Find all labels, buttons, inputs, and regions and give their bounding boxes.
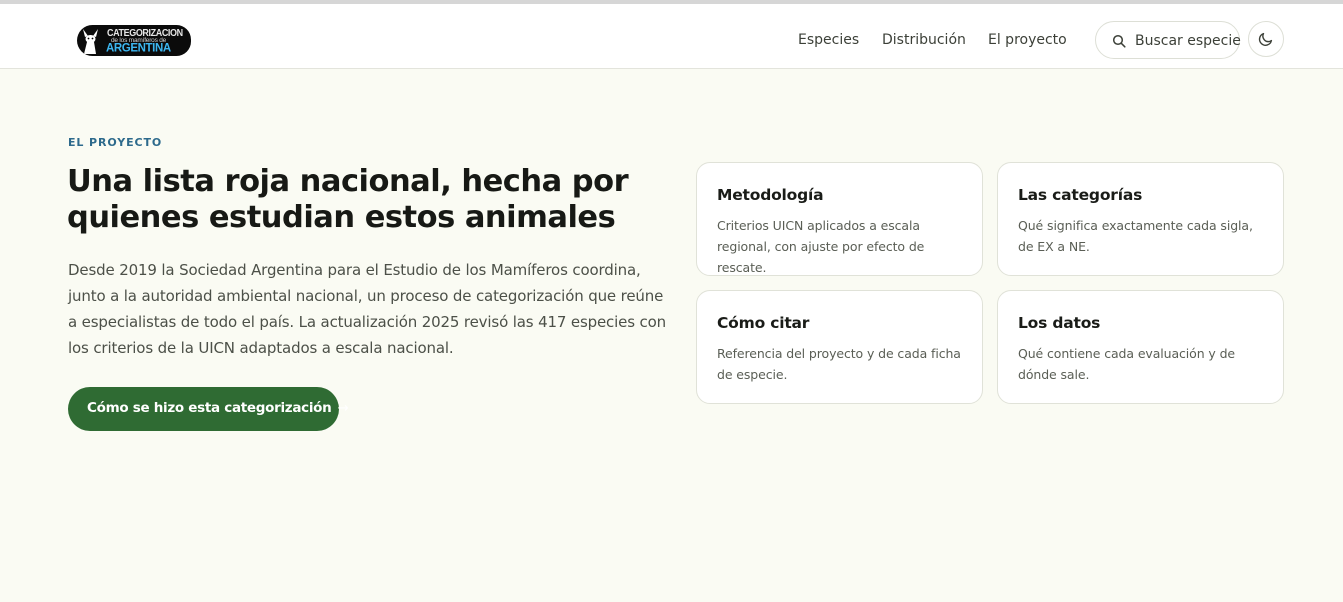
hero-lead: Desde 2019 la Sociedad Argentina para el…	[68, 261, 667, 357]
arrow-right-icon: →	[337, 400, 349, 416]
card-description: Qué contiene cada evaluación y de dónde …	[1018, 346, 1236, 382]
card-title: Los datos	[1018, 314, 1101, 332]
cta-label: Cómo se hizo esta categorización	[87, 400, 332, 416]
card-title: Las categorías	[1018, 186, 1143, 204]
methodology-cta-button[interactable]: Cómo se hizo esta categorización →	[68, 387, 349, 431]
page-title: Una lista roja nacional, hecha por quien…	[67, 164, 629, 235]
section-eyebrow: EL PROYECTO	[68, 136, 163, 149]
search-button[interactable]: Buscar especie	[1095, 21, 1241, 59]
nav-especies[interactable]: Especies	[798, 32, 859, 48]
search-label: Buscar especie	[1135, 33, 1241, 49]
card-los-datos[interactable]: Los datos Qué contiene cada evaluación y…	[997, 290, 1284, 404]
card-las-categorias[interactable]: Las categorías Qué significa exactamente…	[997, 162, 1284, 276]
card-description: Criterios UICN aplicados a escala region…	[717, 218, 925, 275]
nav-distribucion[interactable]: Distribución	[882, 32, 966, 48]
site-logo[interactable]: CATEGORIZACION de los mamíferos de ARGEN…	[77, 25, 191, 56]
card-title: Metodología	[717, 186, 824, 204]
card-metodologia[interactable]: Metodología Criterios UICN aplicados a e…	[696, 162, 983, 276]
moon-icon	[1258, 32, 1273, 46]
card-title: Cómo citar	[717, 314, 810, 332]
logo-line-3: ARGENTINA	[106, 42, 171, 55]
card-description: Referencia del proyecto y de cada ficha …	[717, 346, 961, 382]
site-header: CATEGORIZACION de los mamíferos de ARGEN…	[0, 4, 1343, 69]
deer-logo-icon	[83, 29, 98, 54]
nav-el-proyecto[interactable]: El proyecto	[988, 32, 1067, 48]
card-description: Qué significa exactamente cada sigla, de…	[1018, 218, 1253, 254]
search-icon	[1112, 34, 1126, 48]
theme-toggle-button[interactable]	[1248, 21, 1284, 57]
card-como-citar[interactable]: Cómo citar Referencia del proyecto y de …	[696, 290, 983, 404]
